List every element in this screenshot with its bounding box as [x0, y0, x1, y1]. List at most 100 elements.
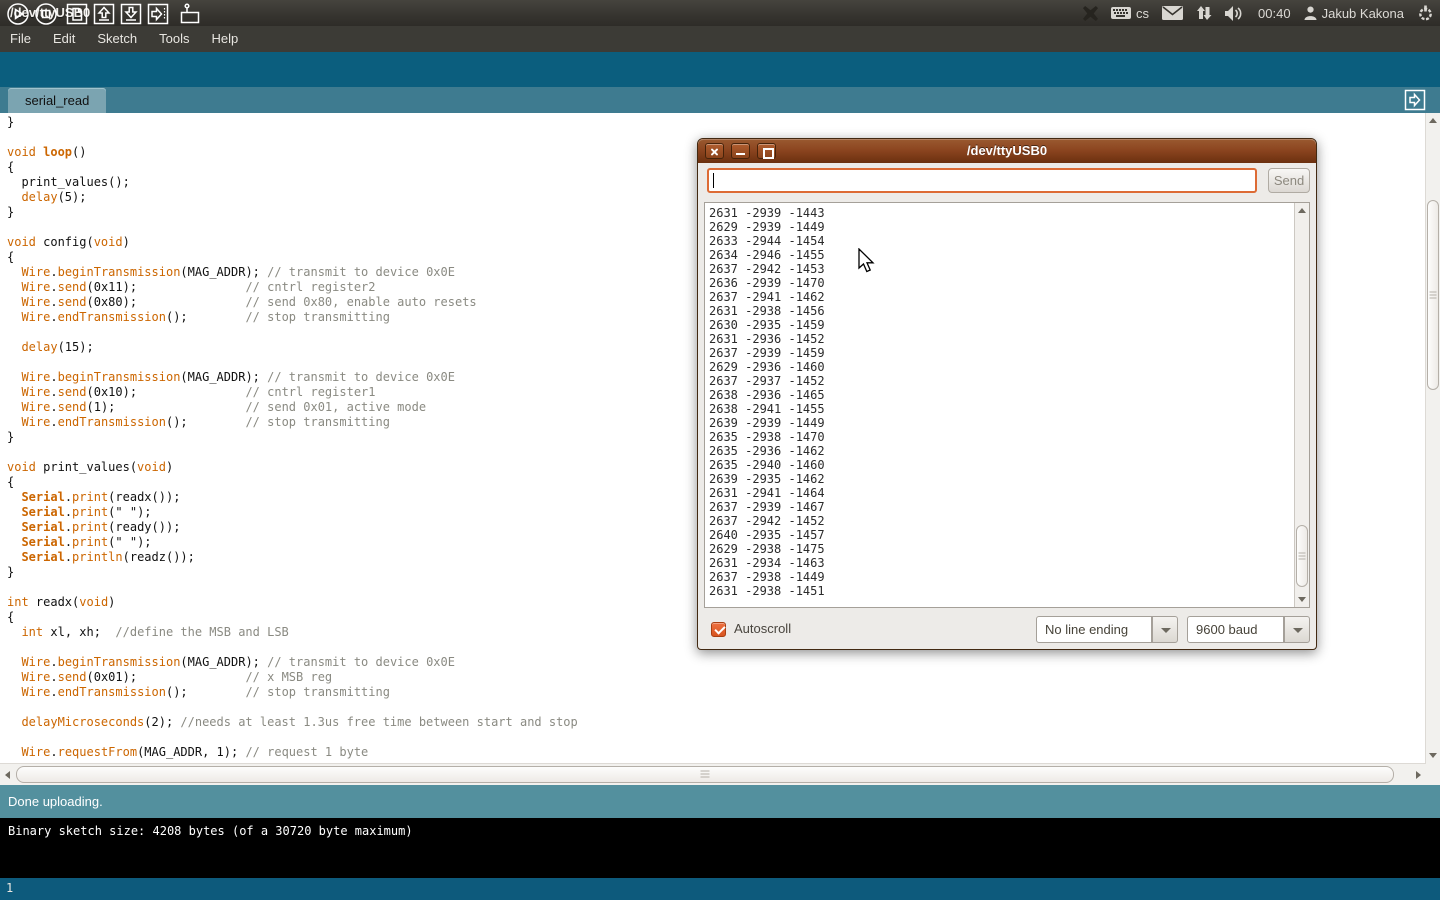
menu-edit[interactable]: Edit — [42, 26, 86, 52]
code-line: Wire.endTransmission(); // stop transmit… — [7, 310, 578, 325]
sketch-code: }void loop(){ print_values(); delay(5);}… — [7, 115, 578, 760]
stop-button[interactable] — [34, 2, 58, 26]
code-line: void loop() — [7, 145, 578, 160]
serial-scroll-down-arrow[interactable] — [1298, 597, 1306, 602]
serial-window-titlebar[interactable]: /dev/ttyUSB0 — [698, 139, 1316, 163]
scroll-left-arrow[interactable] — [5, 771, 10, 779]
code-line — [7, 730, 578, 745]
tab-serial-read[interactable]: serial_read — [8, 88, 106, 113]
pinwheel-icon[interactable] — [1083, 6, 1098, 21]
code-line: print_values(); — [7, 175, 578, 190]
code-line: Serial.print(" "); — [7, 505, 578, 520]
code-line — [7, 325, 578, 340]
serial-window-title: /dev/ttyUSB0 — [698, 139, 1316, 163]
scrollbar-corner — [1426, 763, 1440, 785]
new-sketch-button[interactable] — [65, 2, 89, 26]
editor-hscrollbar-thumb[interactable] — [16, 766, 1394, 783]
code-line: } — [7, 430, 578, 445]
code-line — [7, 580, 578, 595]
editor-tabbar: serial_read — [0, 87, 1440, 113]
serial-monitor-button[interactable] — [178, 2, 202, 26]
code-line: Wire.beginTransmission(MAG_ADDR); // tra… — [7, 655, 578, 670]
serial-scroll-up-arrow[interactable] — [1298, 208, 1306, 213]
save-button[interactable] — [119, 2, 143, 26]
baud-rate-value: 9600 baud — [1187, 616, 1284, 643]
code-line — [7, 640, 578, 655]
open-button[interactable] — [92, 2, 116, 26]
code-line: Serial.println(readz()); — [7, 550, 578, 565]
menu-tools[interactable]: Tools — [148, 26, 200, 52]
line-indicator-bar: 1 — [0, 878, 1440, 900]
maximize-button[interactable] — [757, 143, 776, 159]
editor-horizontal-scrollbar[interactable] — [0, 763, 1426, 785]
session-gear-icon[interactable] — [1417, 5, 1434, 22]
code-line: { — [7, 160, 578, 175]
autoscroll-checkbox[interactable] — [711, 622, 726, 637]
send-button[interactable]: Send — [1268, 168, 1310, 193]
upload-button[interactable] — [146, 2, 170, 26]
mail-icon[interactable] — [1162, 6, 1183, 20]
code-line: Wire.requestFrom(MAG_ADDR, 1); // reques… — [7, 745, 578, 760]
serial-scrollbar-thumb[interactable] — [1296, 525, 1308, 587]
system-tray: cs 00:40 — [1083, 0, 1434, 26]
minimize-button[interactable] — [731, 143, 750, 159]
code-line: { — [7, 475, 578, 490]
tab-menu-button[interactable] — [1403, 88, 1427, 112]
clock[interactable]: 00:40 — [1258, 6, 1291, 21]
scroll-right-arrow[interactable] — [1416, 771, 1421, 779]
code-line — [7, 220, 578, 235]
code-line — [7, 130, 578, 145]
code-line: delay(5); — [7, 190, 578, 205]
volume-icon[interactable] — [1225, 6, 1245, 21]
code-line — [7, 700, 578, 715]
menu-file[interactable]: File — [10, 26, 42, 52]
menu-help[interactable]: Help — [200, 26, 249, 52]
code-line: int xl, xh; //define the MSB and LSB — [7, 625, 578, 640]
serial-scrollbar[interactable] — [1294, 203, 1309, 607]
chevron-down-icon[interactable] — [1284, 616, 1310, 643]
desktop-panel: /dev/ttyUSB0 cs — [0, 0, 1440, 26]
code-line: { — [7, 250, 578, 265]
text-caret — [713, 173, 714, 188]
code-line: } — [7, 115, 578, 130]
code-line: int readx(void) — [7, 595, 578, 610]
editor-vertical-scrollbar[interactable] — [1425, 113, 1440, 763]
code-line: Wire.endTransmission(); // stop transmit… — [7, 685, 578, 700]
editor-scrollbar-thumb[interactable] — [1427, 200, 1439, 390]
code-line: Wire.beginTransmission(MAG_ADDR); // tra… — [7, 265, 578, 280]
user-menu[interactable]: Jakub Kakona — [1304, 6, 1404, 21]
code-line: Wire.send(1); // send 0x01, active mode — [7, 400, 578, 415]
close-button[interactable] — [705, 143, 724, 159]
status-message: Done uploading. — [8, 785, 103, 818]
line-number: 1 — [6, 878, 13, 898]
code-line: } — [7, 205, 578, 220]
scroll-up-arrow[interactable] — [1429, 118, 1437, 123]
baud-rate-select[interactable]: 9600 baud — [1187, 616, 1310, 643]
chevron-down-icon[interactable] — [1152, 616, 1178, 643]
serial-monitor-window: /dev/ttyUSB0 Send 2631 -2939 -1443 2629 … — [697, 138, 1317, 650]
user-icon — [1304, 6, 1317, 20]
verify-button[interactable] — [6, 2, 30, 26]
code-line: Serial.print(ready()); — [7, 520, 578, 535]
ide-toolbar — [0, 52, 1440, 87]
code-line: Wire.send(0x10); // cntrl register1 — [7, 385, 578, 400]
line-ending-value: No line ending — [1036, 616, 1152, 643]
menubar: FileEditSketchToolsHelp — [0, 26, 1440, 52]
keyboard-layout-indicator[interactable]: cs — [1111, 6, 1149, 21]
network-transfer-icon[interactable] — [1196, 5, 1212, 21]
code-line: delayMicroseconds(2); //needs at least 1… — [7, 715, 578, 730]
code-line: Wire.send(0x80); // send 0x80, enable au… — [7, 295, 578, 310]
serial-send-input[interactable] — [707, 168, 1257, 193]
console-output: Binary sketch size: 4208 bytes (of a 307… — [8, 824, 413, 838]
code-line: void print_values(void) — [7, 460, 578, 475]
menu-sketch[interactable]: Sketch — [86, 26, 148, 52]
line-ending-select[interactable]: No line ending — [1036, 616, 1178, 643]
keyboard-icon — [1111, 6, 1131, 20]
scroll-down-arrow[interactable] — [1429, 753, 1437, 758]
code-line — [7, 445, 578, 460]
build-console: Binary sketch size: 4208 bytes (of a 307… — [0, 818, 1440, 878]
code-line: { — [7, 610, 578, 625]
serial-output-area[interactable]: 2631 -2939 -1443 2629 -2939 -1449 2633 -… — [704, 202, 1310, 608]
username-label: Jakub Kakona — [1322, 6, 1404, 21]
arduino-ide-screen: /dev/ttyUSB0 cs — [0, 0, 1440, 900]
